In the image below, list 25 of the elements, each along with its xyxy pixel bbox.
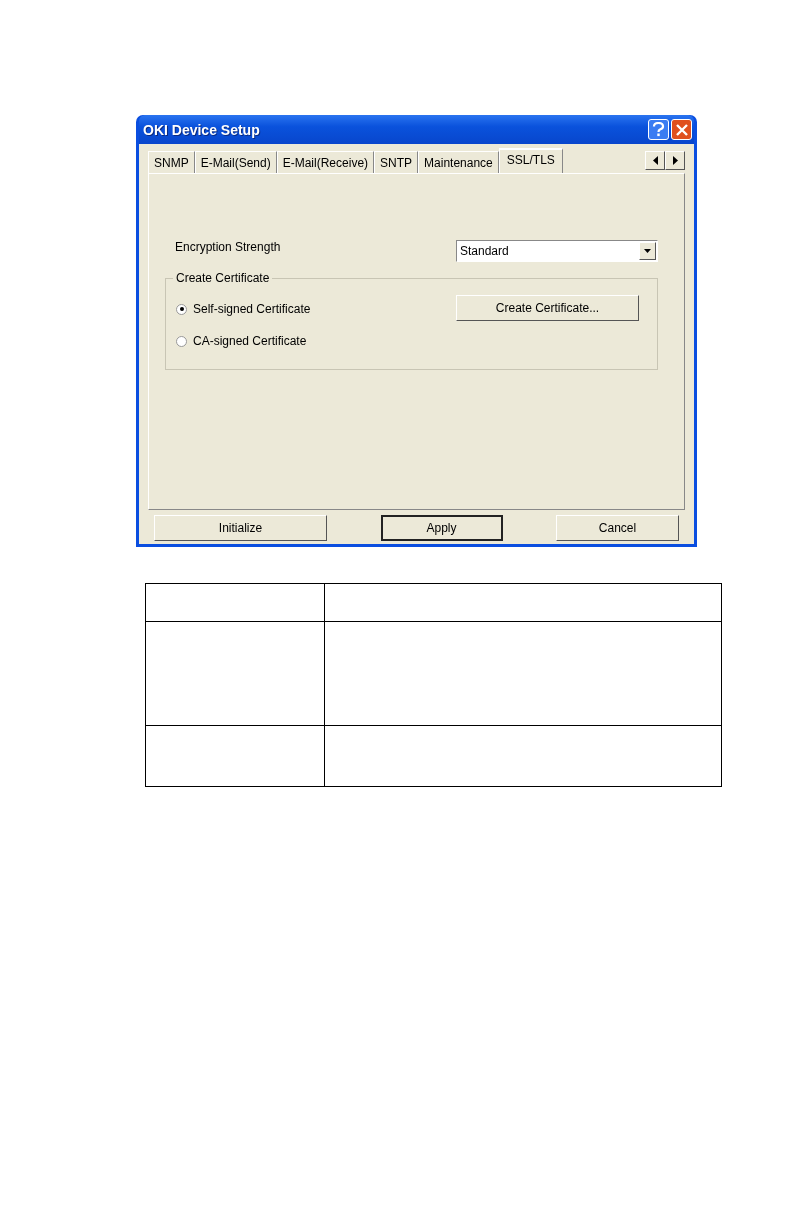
radio-option[interactable]: Self-signed Certificate: [176, 302, 311, 316]
tab[interactable]: SSL/TLS: [498, 148, 563, 173]
dialog-button[interactable]: Cancel: [556, 515, 679, 541]
help-button[interactable]: [648, 119, 669, 140]
tab[interactable]: Maintenance: [418, 151, 499, 173]
field-label: Encryption Strength: [175, 240, 281, 254]
close-icon: [675, 123, 688, 136]
radio-option[interactable]: CA-signed Certificate: [176, 334, 311, 348]
create-certificate-button[interactable]: Create Certificate...: [456, 295, 639, 321]
right-triangle-icon: [672, 156, 678, 165]
window-title: OKI Device Setup: [143, 121, 261, 138]
scroll-right-button[interactable]: [665, 151, 685, 170]
dropdown-arrow-icon: [644, 249, 651, 253]
tab[interactable]: E-Mail(Send): [194, 151, 277, 173]
close-button[interactable]: [671, 119, 692, 140]
scroll-left-button[interactable]: [645, 151, 665, 170]
question-icon: [652, 122, 665, 137]
tab[interactable]: E-Mail(Receive): [276, 151, 375, 173]
tab[interactable]: SNMP: [148, 151, 195, 173]
left-triangle-icon: [652, 156, 658, 165]
dialog-button[interactable]: Apply: [380, 515, 503, 541]
encryption-dropdown[interactable]: Standard: [456, 240, 658, 262]
group-title: Create Certificate: [173, 271, 273, 285]
tab[interactable]: SNTP: [374, 151, 419, 173]
dialog-button[interactable]: Initialize: [154, 515, 327, 541]
